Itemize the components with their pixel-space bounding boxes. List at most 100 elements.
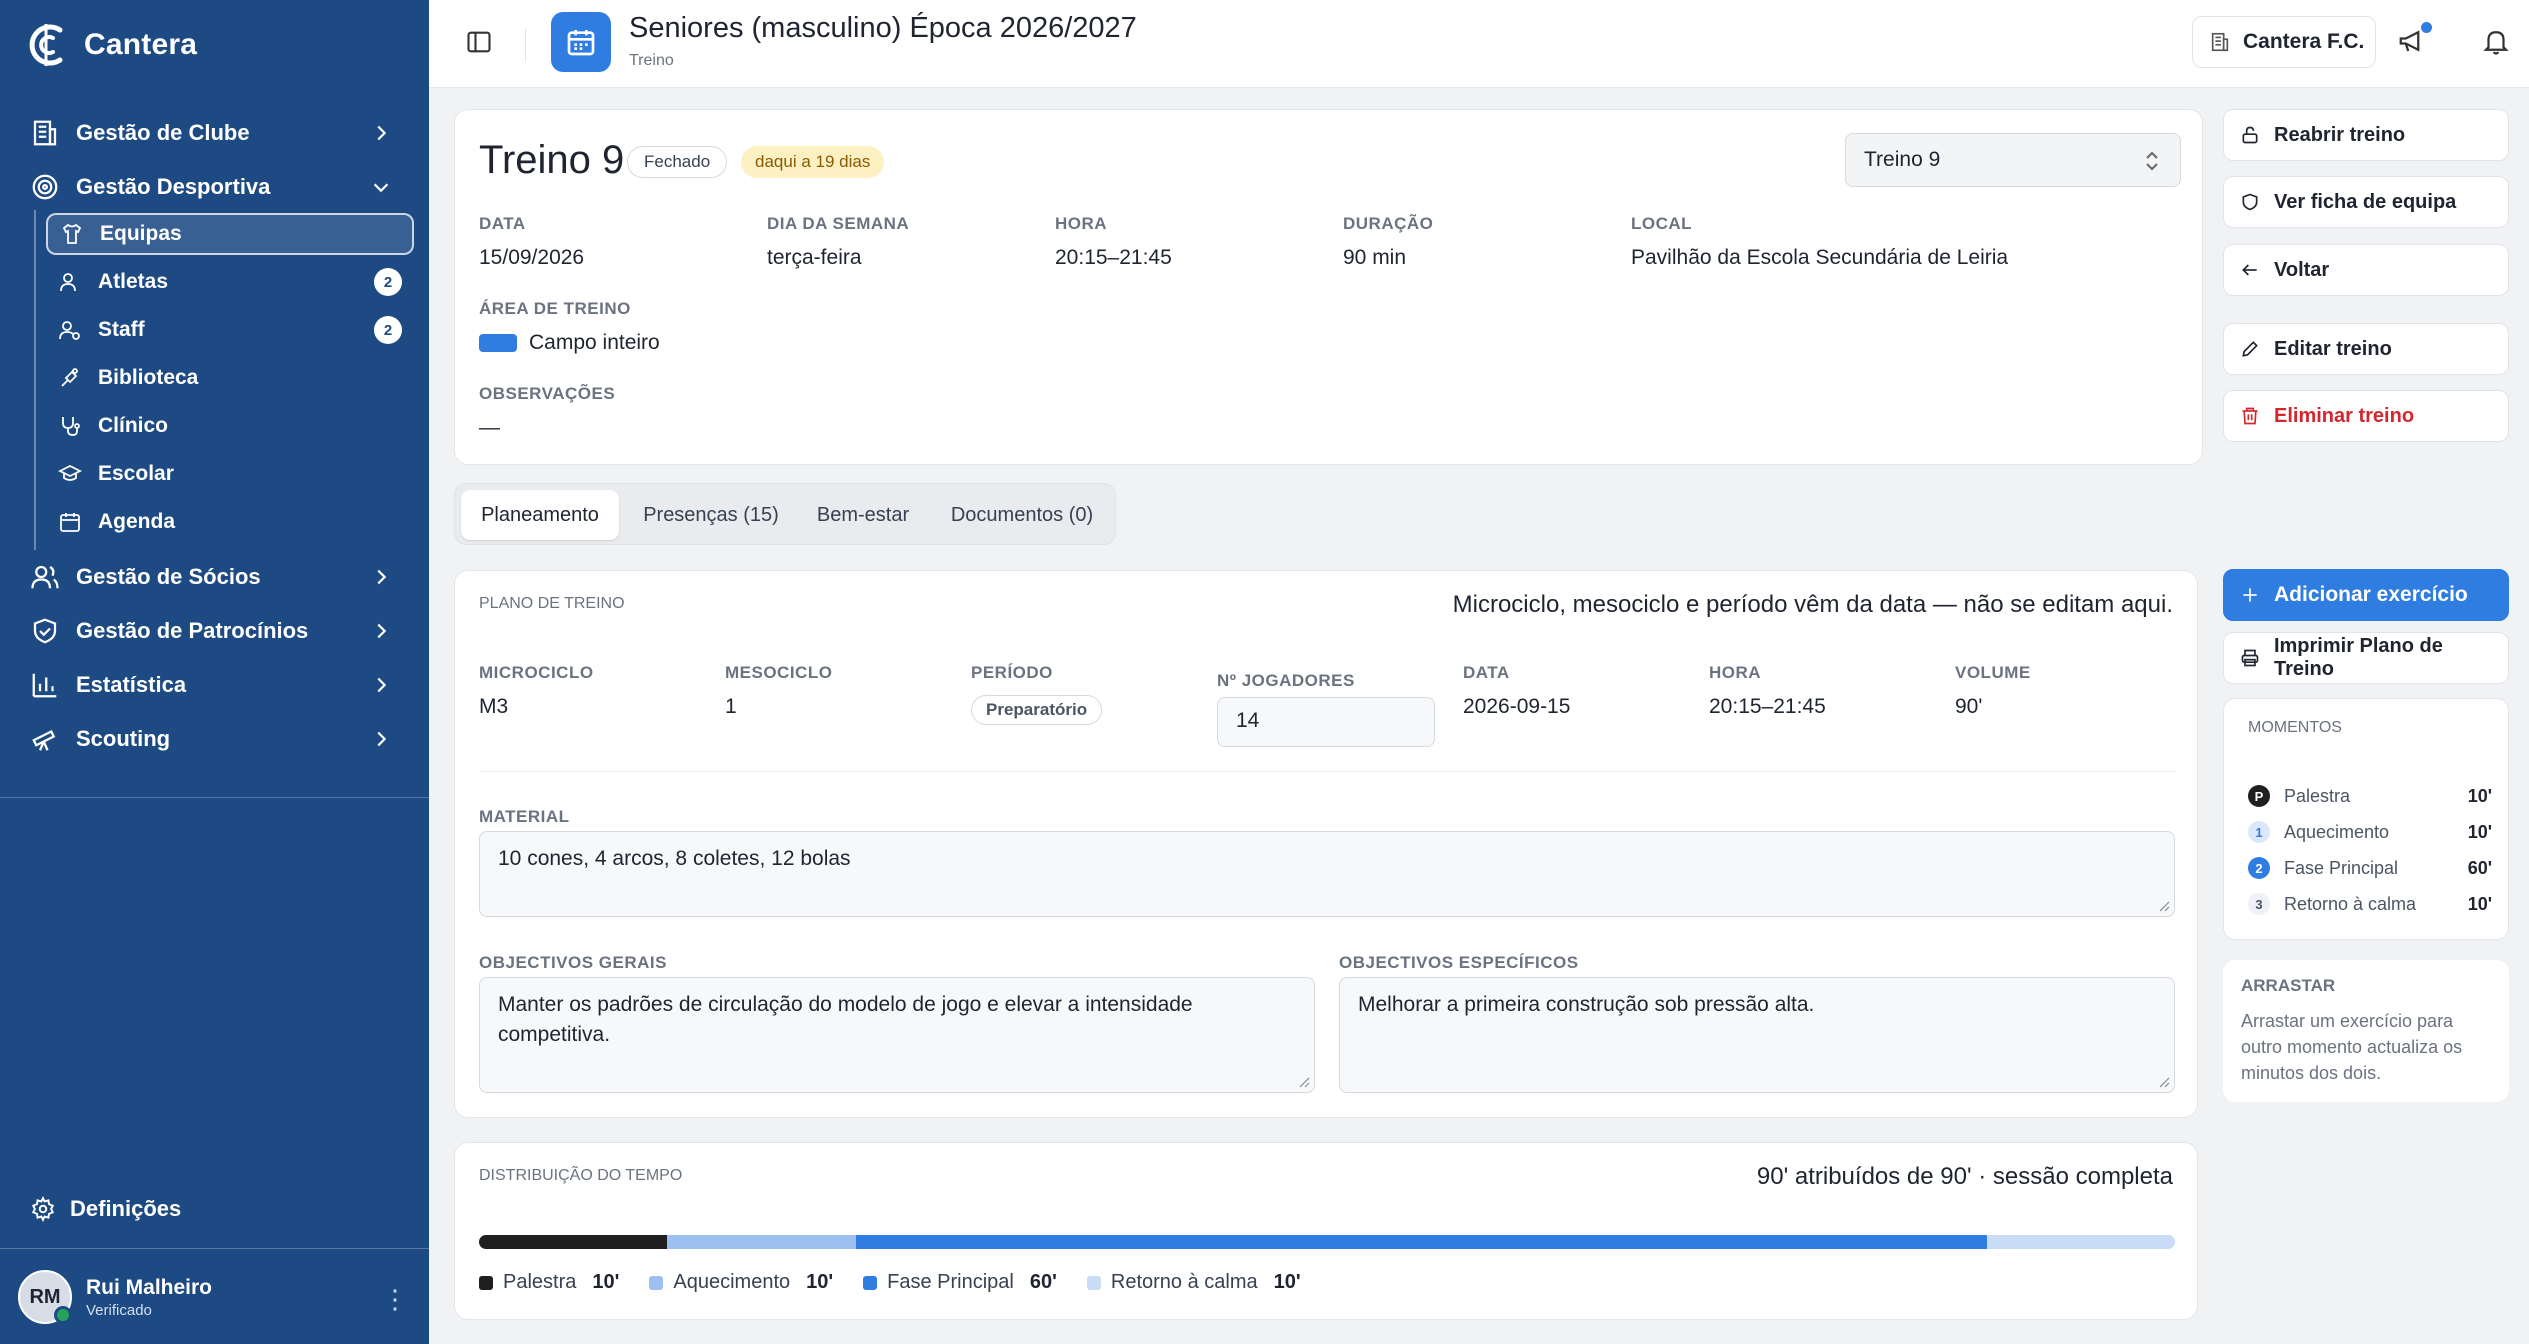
sidebar-item-label: Equipas bbox=[100, 222, 182, 245]
time-segment-1 bbox=[667, 1235, 856, 1249]
sidebar-item-clinico[interactable]: Clínico bbox=[46, 405, 414, 447]
sidebar-toggle-icon[interactable] bbox=[465, 28, 493, 56]
button-label: Editar treino bbox=[2274, 337, 2392, 360]
time-label: HORA bbox=[1055, 214, 1108, 233]
sidebar-item-label: Escolar bbox=[98, 462, 174, 485]
arrow-left-icon bbox=[2242, 264, 2257, 276]
duration-label: DURAÇÃO bbox=[1343, 214, 1434, 233]
moment-item[interactable]: 3 Retorno à calma 10' bbox=[2248, 891, 2492, 917]
material-value: 10 cones, 4 arcos, 8 coletes, 12 bolas bbox=[498, 847, 851, 870]
nav-estatistica[interactable]: Estatística bbox=[30, 662, 400, 708]
nav-scouting[interactable]: Scouting bbox=[30, 716, 400, 762]
back-button[interactable]: Voltar bbox=[2223, 244, 2509, 296]
general-objectives-textarea[interactable]: Manter os padrões de circulação do model… bbox=[479, 977, 1315, 1093]
sidebar-item-label: Clínico bbox=[98, 414, 169, 437]
plan-divider bbox=[479, 771, 2175, 772]
calendar-icon bbox=[60, 513, 80, 532]
time-distribution-card: DISTRIBUIÇÃO DO TEMPO 90' atribuídos de … bbox=[454, 1142, 2198, 1320]
members-icon bbox=[31, 565, 59, 589]
avatar-initials: RM bbox=[29, 1285, 61, 1308]
gear-icon bbox=[31, 1196, 55, 1222]
delete-training-button[interactable]: Eliminar treino bbox=[2223, 390, 2509, 442]
specific-objectives-label: OBJECTIVOS ESPECÍFICOS bbox=[1339, 953, 1579, 972]
resize-grip-icon[interactable] bbox=[2158, 1076, 2170, 1088]
sidebar-item-staff[interactable]: Staff 2 bbox=[46, 309, 414, 351]
training-info-card: Treino 9 Fechado daqui a 19 dias Treino … bbox=[454, 109, 2203, 465]
time-distribution-label: DISTRIBUIÇÃO DO TEMPO bbox=[479, 1167, 683, 1184]
button-label: Voltar bbox=[2274, 258, 2330, 281]
bell-icon[interactable] bbox=[2481, 26, 2511, 56]
legend-name: Retorno à calma bbox=[1110, 1271, 1258, 1293]
place-field: LOCAL Pavilhão da Escola Secundária de L… bbox=[1631, 214, 2008, 270]
count-badge: 2 bbox=[374, 268, 402, 296]
legend-swatch bbox=[479, 1275, 493, 1290]
volume-value: 90' bbox=[1955, 695, 1983, 718]
mesocycle-label: MESOCICLO bbox=[725, 663, 833, 682]
date-field: DATA 15/09/2026 bbox=[479, 214, 584, 270]
edit-training-button[interactable]: Editar treino bbox=[2223, 323, 2509, 375]
sidebar-item-atletas[interactable]: Atletas 2 bbox=[46, 261, 414, 303]
training-select[interactable]: Treino 9 bbox=[1845, 133, 2181, 187]
user-profile[interactable]: RM Rui Malheiro Verificado bbox=[18, 1270, 212, 1324]
button-label: Ver ficha de equipa bbox=[2274, 190, 2457, 213]
nav-gestao-patrocinios[interactable]: Gestão de Patrocínios bbox=[30, 608, 400, 654]
moment-minutes: 10' bbox=[2467, 821, 2492, 842]
plan-date-label: DATA bbox=[1463, 663, 1510, 682]
moment-item[interactable]: P Palestra 10' bbox=[2248, 783, 2492, 809]
moment-item[interactable]: 2 Fase Principal 60' bbox=[2248, 855, 2492, 881]
legend-swatch bbox=[649, 1275, 664, 1290]
tab-planeamento[interactable]: Planeamento bbox=[461, 490, 619, 540]
players-input[interactable]: 14 bbox=[1217, 697, 1435, 747]
time-value: 20:15–21:45 bbox=[1055, 246, 1172, 269]
sidebar-item-escolar[interactable]: Escolar bbox=[46, 453, 414, 495]
nav-gestao-clube[interactable]: Gestão de Clube bbox=[30, 110, 400, 156]
club-selector-button[interactable]: Cantera F.C. bbox=[2192, 16, 2376, 68]
tab-bem-estar[interactable]: Bem-estar bbox=[803, 490, 923, 540]
area-color-swatch bbox=[479, 334, 517, 353]
resize-grip-icon[interactable] bbox=[1298, 1076, 1310, 1088]
time-summary: 90' atribuídos de 90' · sessão completa bbox=[1756, 1163, 2173, 1190]
volume-field: VOLUME 90' bbox=[1955, 663, 2031, 719]
brand[interactable]: Cantera bbox=[26, 20, 197, 70]
specific-objectives-textarea[interactable]: Melhorar a primeira construção sob press… bbox=[1339, 977, 2175, 1093]
library-icon bbox=[61, 368, 78, 387]
athletes-icon bbox=[60, 273, 76, 292]
nav-gestao-socios[interactable]: Gestão de Sócios bbox=[30, 554, 400, 600]
sidebar-item-agenda[interactable]: Agenda bbox=[46, 501, 414, 543]
sidebar-item-equipas[interactable]: Equipas bbox=[46, 213, 414, 255]
mesocycle-field: MESOCICLO 1 bbox=[725, 663, 832, 719]
date-label: DATA bbox=[479, 214, 526, 233]
print-plan-button[interactable]: Imprimir Plano de Treino bbox=[2223, 632, 2509, 684]
sidebar-item-biblioteca[interactable]: Biblioteca bbox=[46, 357, 414, 399]
count-badge: 2 bbox=[374, 316, 402, 344]
time-field: HORA 20:15–21:45 bbox=[1055, 214, 1172, 270]
nav-label: Estatística bbox=[76, 672, 187, 697]
add-exercise-button[interactable]: Adicionar exercício bbox=[2223, 569, 2509, 621]
moment-item[interactable]: 1 Aquecimento 10' bbox=[2248, 819, 2492, 845]
microcycle-label: MICROCICLO bbox=[479, 663, 594, 682]
nav-gestao-desportiva[interactable]: Gestão Desportiva bbox=[30, 164, 400, 210]
nav-label: Gestão de Patrocínios bbox=[76, 618, 309, 643]
chevron-right-icon bbox=[377, 569, 387, 585]
period-field: PERÍODO Preparatório bbox=[971, 663, 1103, 725]
page-title: Seniores (masculino) Época 2026/2027 bbox=[629, 12, 1137, 44]
tab-presencas[interactable]: Presenças (15) bbox=[629, 490, 793, 540]
material-textarea[interactable]: 10 cones, 4 arcos, 8 coletes, 12 bolas bbox=[479, 831, 2175, 917]
top-header: Seniores (masculino) Época 2026/2027 Tre… bbox=[429, 0, 2529, 88]
tab-documentos[interactable]: Documentos (0) bbox=[933, 490, 1111, 540]
notes-label: OBSERVAÇÕES bbox=[479, 384, 616, 403]
microcycle-value: M3 bbox=[479, 695, 509, 718]
notes-value: — bbox=[479, 416, 500, 439]
moment-name: Retorno à calma bbox=[2284, 893, 2417, 914]
legend-item: Palestra 10' bbox=[479, 1271, 619, 1294]
chevron-right-icon bbox=[377, 125, 387, 141]
settings-link[interactable]: Definições bbox=[30, 1196, 181, 1222]
legend-minutes: 60' bbox=[1029, 1271, 1057, 1293]
training-tabs: Planeamento Presenças (15) Bem-estar Doc… bbox=[454, 483, 1116, 545]
team-sheet-button[interactable]: Ver ficha de equipa bbox=[2223, 176, 2509, 228]
reopen-training-button[interactable]: Reabrir treino bbox=[2223, 109, 2509, 161]
moment-number: 2 bbox=[2248, 857, 2270, 879]
more-vertical-icon[interactable]: ⋮ bbox=[382, 1284, 408, 1315]
plan-time-field: HORA 20:15–21:45 bbox=[1709, 663, 1826, 719]
resize-grip-icon[interactable] bbox=[2158, 900, 2170, 912]
